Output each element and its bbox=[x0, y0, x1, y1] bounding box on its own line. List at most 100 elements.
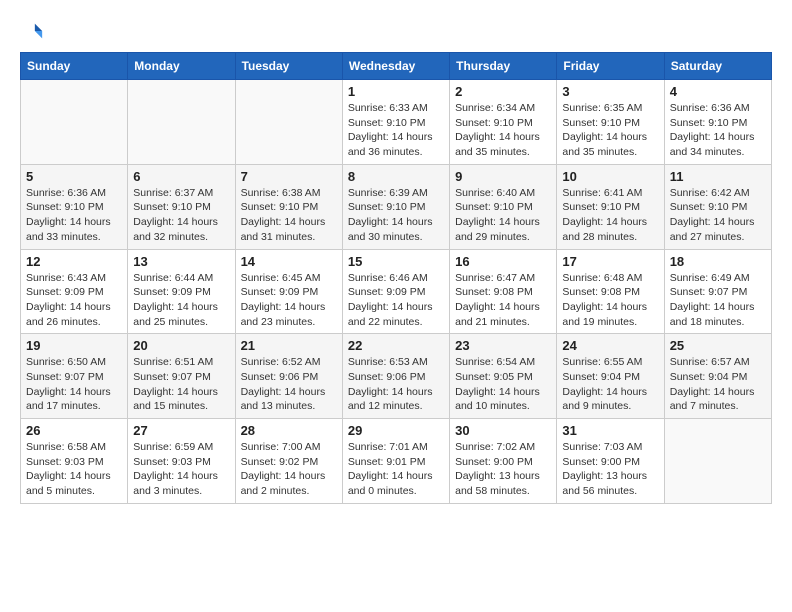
weekday-header-row: SundayMondayTuesdayWednesdayThursdayFrid… bbox=[21, 53, 772, 80]
day-info: Sunrise: 6:46 AMSunset: 9:09 PMDaylight:… bbox=[348, 271, 444, 330]
day-info: Sunrise: 6:43 AMSunset: 9:09 PMDaylight:… bbox=[26, 271, 122, 330]
day-info: Sunrise: 6:37 AMSunset: 9:10 PMDaylight:… bbox=[133, 186, 229, 245]
day-info: Sunrise: 6:54 AMSunset: 9:05 PMDaylight:… bbox=[455, 355, 551, 414]
day-info: Sunrise: 6:36 AMSunset: 9:10 PMDaylight:… bbox=[670, 101, 766, 160]
calendar-cell: 6 Sunrise: 6:37 AMSunset: 9:10 PMDaylight… bbox=[128, 164, 235, 249]
day-info: Sunrise: 6:47 AMSunset: 9:08 PMDaylight:… bbox=[455, 271, 551, 330]
calendar-cell: 26Sunrise: 6:58 AMSunset: 9:03 PMDayligh… bbox=[21, 419, 128, 504]
day-info: Sunrise: 6:36 AMSunset: 9:10 PMDaylight:… bbox=[26, 186, 122, 245]
day-info: Sunrise: 6:41 AMSunset: 9:10 PMDaylight:… bbox=[562, 186, 658, 245]
day-info: Sunrise: 6:53 AMSunset: 9:06 PMDaylight:… bbox=[348, 355, 444, 414]
calendar-cell: 17 Sunrise: 6:48 AMSunset: 9:08 PMDayligh… bbox=[557, 249, 664, 334]
day-number: 28 bbox=[241, 423, 337, 438]
weekday-header-monday: Monday bbox=[128, 53, 235, 80]
calendar-week-row: 26Sunrise: 6:58 AMSunset: 9:03 PMDayligh… bbox=[21, 419, 772, 504]
day-number: 1 bbox=[348, 84, 444, 99]
calendar-cell: 10 Sunrise: 6:41 AMSunset: 9:10 PMDayligh… bbox=[557, 164, 664, 249]
day-info: Sunrise: 6:51 AMSunset: 9:07 PMDaylight:… bbox=[133, 355, 229, 414]
calendar-cell: 7 Sunrise: 6:38 AMSunset: 9:10 PMDaylight… bbox=[235, 164, 342, 249]
calendar-week-row: 19 Sunrise: 6:50 AMSunset: 9:07 PMDayligh… bbox=[21, 334, 772, 419]
weekday-header-saturday: Saturday bbox=[664, 53, 771, 80]
calendar-cell: 22 Sunrise: 6:53 AMSunset: 9:06 PMDayligh… bbox=[342, 334, 449, 419]
calendar-cell: 28 Sunrise: 7:00 AMSunset: 9:02 PMDayligh… bbox=[235, 419, 342, 504]
weekday-header-tuesday: Tuesday bbox=[235, 53, 342, 80]
day-info: Sunrise: 6:50 AMSunset: 9:07 PMDaylight:… bbox=[26, 355, 122, 414]
day-info: Sunrise: 6:55 AMSunset: 9:04 PMDaylight:… bbox=[562, 355, 658, 414]
calendar-cell: 19 Sunrise: 6:50 AMSunset: 9:07 PMDayligh… bbox=[21, 334, 128, 419]
day-info: Sunrise: 6:39 AMSunset: 9:10 PMDaylight:… bbox=[348, 186, 444, 245]
day-number: 16 bbox=[455, 254, 551, 269]
day-number: 6 bbox=[133, 169, 229, 184]
calendar-cell: 23 Sunrise: 6:54 AMSunset: 9:05 PMDayligh… bbox=[450, 334, 557, 419]
calendar-cell: 9Sunrise: 6:40 AMSunset: 9:10 PMDaylight… bbox=[450, 164, 557, 249]
day-info: Sunrise: 6:35 AMSunset: 9:10 PMDaylight:… bbox=[562, 101, 658, 160]
day-number: 12 bbox=[26, 254, 122, 269]
calendar-header: SundayMondayTuesdayWednesdayThursdayFrid… bbox=[21, 53, 772, 80]
calendar-cell: 13 Sunrise: 6:44 AMSunset: 9:09 PMDayligh… bbox=[128, 249, 235, 334]
day-number: 31 bbox=[562, 423, 658, 438]
day-number: 26 bbox=[26, 423, 122, 438]
day-number: 17 bbox=[562, 254, 658, 269]
calendar-week-row: 1 Sunrise: 6:33 AMSunset: 9:10 PMDaylight… bbox=[21, 80, 772, 165]
calendar-cell: 29Sunrise: 7:01 AMSunset: 9:01 PMDayligh… bbox=[342, 419, 449, 504]
day-number: 13 bbox=[133, 254, 229, 269]
day-number: 14 bbox=[241, 254, 337, 269]
calendar-body: 1 Sunrise: 6:33 AMSunset: 9:10 PMDaylight… bbox=[21, 80, 772, 504]
logo-icon bbox=[22, 20, 44, 42]
day-number: 27 bbox=[133, 423, 229, 438]
calendar-cell: 25 Sunrise: 6:57 AMSunset: 9:04 PMDayligh… bbox=[664, 334, 771, 419]
day-number: 11 bbox=[670, 169, 766, 184]
calendar-cell: 30 Sunrise: 7:02 AMSunset: 9:00 PMDayligh… bbox=[450, 419, 557, 504]
calendar-cell: 8 Sunrise: 6:39 AMSunset: 9:10 PMDaylight… bbox=[342, 164, 449, 249]
day-info: Sunrise: 6:52 AMSunset: 9:06 PMDaylight:… bbox=[241, 355, 337, 414]
day-number: 25 bbox=[670, 338, 766, 353]
day-number: 2 bbox=[455, 84, 551, 99]
calendar-cell: 31 Sunrise: 7:03 AMSunset: 9:00 PMDayligh… bbox=[557, 419, 664, 504]
calendar-cell: 3 Sunrise: 6:35 AMSunset: 9:10 PMDaylight… bbox=[557, 80, 664, 165]
day-info: Sunrise: 6:44 AMSunset: 9:09 PMDaylight:… bbox=[133, 271, 229, 330]
day-number: 4 bbox=[670, 84, 766, 99]
weekday-header-sunday: Sunday bbox=[21, 53, 128, 80]
day-number: 5 bbox=[26, 169, 122, 184]
page-header bbox=[20, 20, 772, 42]
calendar-week-row: 12 Sunrise: 6:43 AMSunset: 9:09 PMDayligh… bbox=[21, 249, 772, 334]
day-number: 9 bbox=[455, 169, 551, 184]
day-info: Sunrise: 6:57 AMSunset: 9:04 PMDaylight:… bbox=[670, 355, 766, 414]
calendar-cell bbox=[235, 80, 342, 165]
day-info: Sunrise: 6:34 AMSunset: 9:10 PMDaylight:… bbox=[455, 101, 551, 160]
weekday-header-wednesday: Wednesday bbox=[342, 53, 449, 80]
day-number: 30 bbox=[455, 423, 551, 438]
day-info: Sunrise: 7:03 AMSunset: 9:00 PMDaylight:… bbox=[562, 440, 658, 499]
calendar-cell: 4 Sunrise: 6:36 AMSunset: 9:10 PMDaylight… bbox=[664, 80, 771, 165]
weekday-header-friday: Friday bbox=[557, 53, 664, 80]
day-info: Sunrise: 6:59 AMSunset: 9:03 PMDaylight:… bbox=[133, 440, 229, 499]
logo bbox=[20, 20, 44, 42]
day-info: Sunrise: 6:48 AMSunset: 9:08 PMDaylight:… bbox=[562, 271, 658, 330]
calendar-cell: 18Sunrise: 6:49 AMSunset: 9:07 PMDayligh… bbox=[664, 249, 771, 334]
day-info: Sunrise: 7:00 AMSunset: 9:02 PMDaylight:… bbox=[241, 440, 337, 499]
day-number: 3 bbox=[562, 84, 658, 99]
day-info: Sunrise: 7:02 AMSunset: 9:00 PMDaylight:… bbox=[455, 440, 551, 499]
calendar-cell: 11Sunrise: 6:42 AMSunset: 9:10 PMDayligh… bbox=[664, 164, 771, 249]
day-number: 20 bbox=[133, 338, 229, 353]
calendar-cell: 20 Sunrise: 6:51 AMSunset: 9:07 PMDayligh… bbox=[128, 334, 235, 419]
calendar-cell: 5 Sunrise: 6:36 AMSunset: 9:10 PMDaylight… bbox=[21, 164, 128, 249]
day-number: 24 bbox=[562, 338, 658, 353]
calendar-cell bbox=[128, 80, 235, 165]
day-number: 19 bbox=[26, 338, 122, 353]
day-number: 29 bbox=[348, 423, 444, 438]
calendar-cell: 21Sunrise: 6:52 AMSunset: 9:06 PMDayligh… bbox=[235, 334, 342, 419]
day-info: Sunrise: 6:38 AMSunset: 9:10 PMDaylight:… bbox=[241, 186, 337, 245]
calendar-cell: 14Sunrise: 6:45 AMSunset: 9:09 PMDayligh… bbox=[235, 249, 342, 334]
weekday-header-thursday: Thursday bbox=[450, 53, 557, 80]
day-number: 8 bbox=[348, 169, 444, 184]
day-number: 7 bbox=[241, 169, 337, 184]
calendar-cell: 16 Sunrise: 6:47 AMSunset: 9:08 PMDayligh… bbox=[450, 249, 557, 334]
calendar-cell: 1 Sunrise: 6:33 AMSunset: 9:10 PMDaylight… bbox=[342, 80, 449, 165]
day-info: Sunrise: 6:49 AMSunset: 9:07 PMDaylight:… bbox=[670, 271, 766, 330]
calendar-cell: 24 Sunrise: 6:55 AMSunset: 9:04 PMDayligh… bbox=[557, 334, 664, 419]
day-number: 23 bbox=[455, 338, 551, 353]
day-info: Sunrise: 6:33 AMSunset: 9:10 PMDaylight:… bbox=[348, 101, 444, 160]
day-number: 10 bbox=[562, 169, 658, 184]
day-number: 22 bbox=[348, 338, 444, 353]
